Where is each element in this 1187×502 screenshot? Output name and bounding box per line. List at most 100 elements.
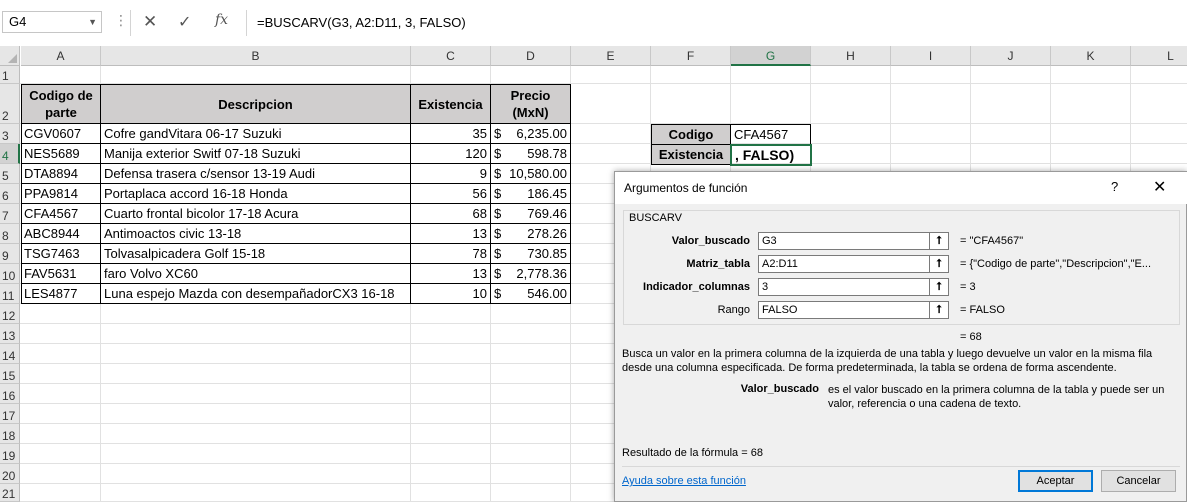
row-header[interactable]: 18 bbox=[0, 424, 20, 444]
table-cell-price[interactable]: $769.46 bbox=[491, 204, 571, 224]
column-header[interactable]: H bbox=[811, 46, 891, 66]
table-cell-stock[interactable]: 68 bbox=[411, 204, 491, 224]
header-cell-stock[interactable]: Existencia bbox=[410, 84, 491, 124]
select-all-button[interactable] bbox=[0, 46, 20, 66]
arg-input-matriz-tabla[interactable]: A2:D11 bbox=[758, 255, 930, 273]
row-header[interactable]: 9 bbox=[0, 244, 20, 264]
row-header[interactable]: 14 bbox=[0, 344, 20, 364]
collapse-arrow-icon[interactable]: ⭡ bbox=[930, 301, 949, 319]
table-cell-code[interactable]: CGV0607 bbox=[21, 124, 101, 144]
row-header[interactable]: 16 bbox=[0, 384, 20, 404]
table-cell-desc[interactable]: Cofre gandVitara 06-17 Suzuki bbox=[101, 124, 411, 144]
table-cell-stock[interactable]: 13 bbox=[411, 224, 491, 244]
table-cell-code[interactable]: TSG7463 bbox=[21, 244, 101, 264]
header-cell-price[interactable]: Precio (MxN) bbox=[490, 84, 571, 124]
arg-input-valor-buscado[interactable]: G3 bbox=[758, 232, 930, 250]
column-header[interactable]: C bbox=[411, 46, 491, 66]
table-cell-desc[interactable]: Luna espejo Mazda con desempañadorCX3 16… bbox=[101, 284, 411, 304]
column-header[interactable]: K bbox=[1051, 46, 1131, 66]
row-header[interactable]: 7 bbox=[0, 204, 20, 224]
row-header[interactable]: 4 bbox=[0, 144, 20, 164]
arg-input-indicador-columnas[interactable]: 3 bbox=[758, 278, 930, 296]
column-header[interactable]: I bbox=[891, 46, 971, 66]
row-header[interactable]: 5 bbox=[0, 164, 20, 184]
column-header[interactable]: J bbox=[971, 46, 1051, 66]
row-header[interactable]: 11 bbox=[0, 284, 20, 304]
arg-input-rango[interactable]: FALSO bbox=[758, 301, 930, 319]
row-header[interactable]: 12 bbox=[0, 304, 20, 324]
table-cell-stock[interactable]: 9 bbox=[411, 164, 491, 184]
ok-button[interactable]: Aceptar bbox=[1018, 470, 1093, 492]
table-cell-code[interactable]: NES5689 bbox=[21, 144, 101, 164]
table-cell-price[interactable]: $278.26 bbox=[491, 224, 571, 244]
insert-function-icon[interactable]: fx bbox=[215, 12, 228, 28]
header-cell-code[interactable]: Codigo de parte bbox=[21, 84, 101, 124]
column-header[interactable]: L bbox=[1131, 46, 1187, 66]
row-header[interactable]: 1 bbox=[0, 66, 20, 84]
name-box[interactable]: G4 ▼ bbox=[2, 11, 102, 33]
table-cell-price[interactable]: $598.78 bbox=[491, 144, 571, 164]
help-icon[interactable]: ? bbox=[1111, 179, 1118, 194]
table-cell-stock[interactable]: 120 bbox=[411, 144, 491, 164]
table-cell-desc[interactable]: Tolvasalpicadera Golf 15-18 bbox=[101, 244, 411, 264]
close-icon[interactable]: ✕ bbox=[1153, 177, 1166, 197]
row-header[interactable]: 17 bbox=[0, 404, 20, 424]
table-cell-desc[interactable]: Cuarto frontal bicolor 17-18 Acura bbox=[101, 204, 411, 224]
close-icon[interactable]: ✕ bbox=[143, 12, 157, 32]
table-cell-stock[interactable]: 13 bbox=[411, 264, 491, 284]
table-cell-stock[interactable]: 10 bbox=[411, 284, 491, 304]
table-cell-code[interactable]: LES4877 bbox=[21, 284, 101, 304]
table-cell-stock[interactable]: 56 bbox=[411, 184, 491, 204]
collapse-arrow-icon[interactable]: ⭡ bbox=[930, 278, 949, 296]
help-link[interactable]: Ayuda sobre esta función bbox=[622, 475, 746, 487]
table-cell-desc[interactable]: Antimoactos civic 13-18 bbox=[101, 224, 411, 244]
table-cell-desc[interactable]: Manija exterior Switf 07-18 Suzuki bbox=[101, 144, 411, 164]
table-cell-code[interactable]: CFA4567 bbox=[21, 204, 101, 224]
column-header[interactable]: D bbox=[491, 46, 571, 66]
row-header[interactable]: 3 bbox=[0, 124, 20, 144]
active-cell-g4[interactable]: , FALSO) bbox=[730, 144, 812, 166]
check-icon[interactable]: ✓ bbox=[178, 12, 191, 32]
column-header[interactable]: G bbox=[731, 46, 811, 66]
table-cell-desc[interactable]: Portaplaca accord 16-18 Honda bbox=[101, 184, 411, 204]
table-cell-stock[interactable]: 35 bbox=[411, 124, 491, 144]
formula-input[interactable]: =BUSCARV(G3, A2:D11, 3, FALSO) bbox=[246, 10, 1187, 36]
row-header[interactable]: 8 bbox=[0, 224, 20, 244]
collapse-arrow-icon[interactable]: ⭡ bbox=[930, 232, 949, 250]
collapse-arrow-icon[interactable]: ⭡ bbox=[930, 255, 949, 273]
table-cell-desc[interactable]: faro Volvo XC60 bbox=[101, 264, 411, 284]
table-cell-price[interactable]: $2,778.36 bbox=[491, 264, 571, 284]
column-header[interactable]: B bbox=[101, 46, 411, 66]
row-header[interactable]: 6 bbox=[0, 184, 20, 204]
row-header[interactable]: 20 bbox=[0, 464, 20, 484]
chevron-down-icon[interactable]: ▼ bbox=[88, 12, 97, 32]
lookup-code-value[interactable]: CFA4567 bbox=[730, 124, 811, 145]
currency-symbol: $ bbox=[494, 126, 502, 141]
cancel-button[interactable]: Cancelar bbox=[1101, 470, 1176, 492]
header-cell-desc[interactable]: Descripcion bbox=[100, 84, 411, 124]
row-header[interactable]: 15 bbox=[0, 364, 20, 384]
divider bbox=[130, 10, 131, 36]
table-cell-price[interactable]: $730.85 bbox=[491, 244, 571, 264]
row-header[interactable]: 19 bbox=[0, 444, 20, 464]
table-cell-code[interactable]: PPA9814 bbox=[21, 184, 101, 204]
table-cell-price[interactable]: $6,235.00 bbox=[491, 124, 571, 144]
table-cell-desc[interactable]: Defensa trasera c/sensor 13-19 Audi bbox=[101, 164, 411, 184]
table-cell-code[interactable]: ABC8944 bbox=[21, 224, 101, 244]
column-header[interactable]: A bbox=[21, 46, 101, 66]
table-cell-price[interactable]: $186.45 bbox=[491, 184, 571, 204]
row-header[interactable]: 21 bbox=[0, 484, 20, 502]
row-header[interactable]: 10 bbox=[0, 264, 20, 284]
lookup-stock-label[interactable]: Existencia bbox=[651, 144, 731, 165]
lookup-code-label[interactable]: Codigo bbox=[651, 124, 731, 145]
table-cell-price[interactable]: $10,580.00 bbox=[491, 164, 571, 184]
row-header[interactable]: 13 bbox=[0, 324, 20, 344]
column-header[interactable]: E bbox=[571, 46, 651, 66]
column-header[interactable]: F bbox=[651, 46, 731, 66]
table-cell-price[interactable]: $546.00 bbox=[491, 284, 571, 304]
table-cell-stock[interactable]: 78 bbox=[411, 244, 491, 264]
dialog-titlebar[interactable]: Argumentos de función ? ✕ bbox=[615, 172, 1187, 204]
table-cell-code[interactable]: FAV5631 bbox=[21, 264, 101, 284]
row-header[interactable]: 2 bbox=[0, 84, 20, 124]
table-cell-code[interactable]: DTA8894 bbox=[21, 164, 101, 184]
